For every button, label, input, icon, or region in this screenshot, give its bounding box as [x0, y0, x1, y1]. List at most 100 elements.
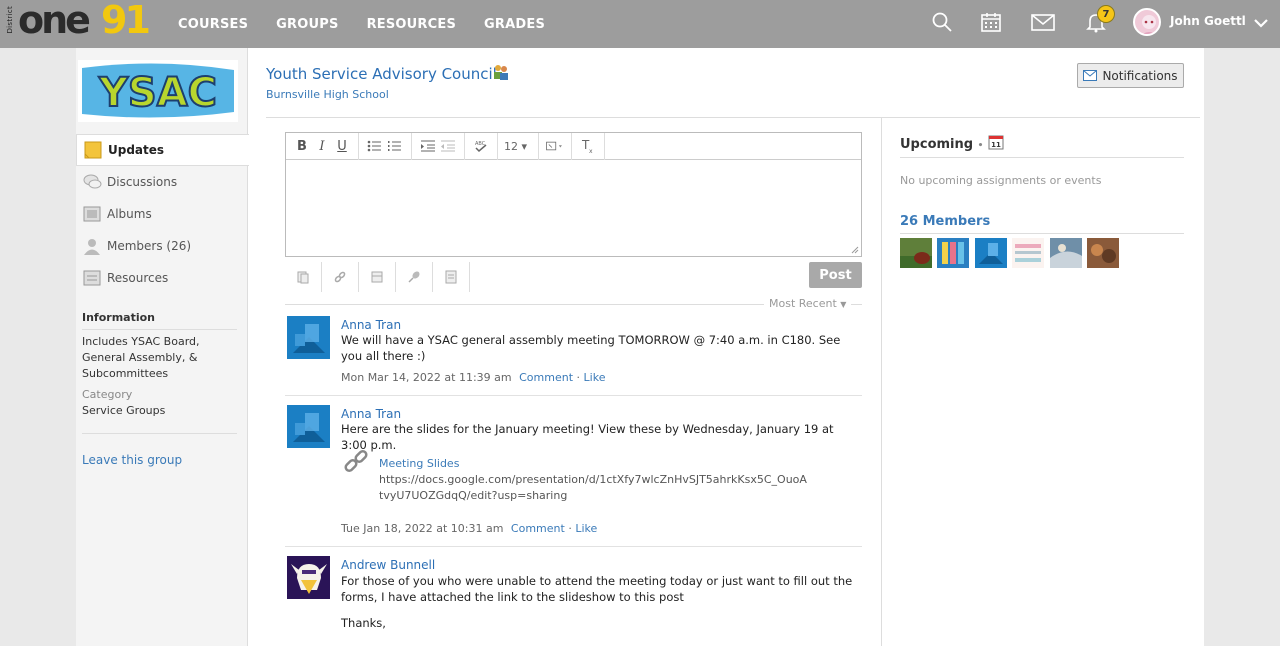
member-avatar[interactable] [900, 238, 932, 268]
post-meta: Tue Jan 18, 2022 at 10:31 am Comment · L… [341, 522, 598, 535]
nav-groups[interactable]: GROUPS [276, 17, 338, 32]
record-audio-button[interactable] [396, 262, 433, 292]
calendar-icon[interactable]: 11 [988, 134, 1004, 150]
post-meta: Mon Mar 14, 2022 at 11:39 am Comment · L… [341, 371, 606, 384]
member-avatar[interactable] [1087, 238, 1119, 268]
sidebar-item-members[interactable]: Members (26) [76, 230, 248, 262]
divider [82, 329, 237, 330]
sidebar-item-updates[interactable]: Updates [76, 134, 249, 166]
discussions-icon [83, 174, 102, 189]
sort-label: Most Recent [769, 297, 837, 310]
member-avatar[interactable] [1050, 238, 1082, 268]
school-link[interactable]: Burnsville High School [266, 88, 389, 101]
group-title: Youth Service Advisory Council [266, 65, 497, 83]
user-avatar[interactable] [1133, 8, 1161, 36]
member-avatar[interactable] [1012, 238, 1044, 268]
bullet-list-icon[interactable] [365, 139, 385, 153]
category-value: Service Groups [82, 404, 166, 417]
sidebar-item-discussions[interactable]: Discussions [76, 166, 248, 198]
outdent-icon[interactable] [438, 139, 458, 153]
bold-button[interactable]: B [292, 139, 312, 154]
top-navigation-bar: District one 91 COURSES GROUPS RESOURCES… [0, 0, 1280, 48]
sidebar-item-resources[interactable]: Resources [76, 262, 248, 294]
group-page: YSAC Updates Discussions Albums Members … [76, 48, 1204, 646]
resize-handle-icon[interactable] [851, 246, 859, 254]
members-icon [84, 239, 100, 255]
sidebar-item-label: Albums [107, 207, 152, 221]
user-name[interactable]: John Goettl [1170, 14, 1246, 28]
post-text-closing: Thanks, [341, 616, 386, 630]
spellcheck-icon[interactable]: ABC [471, 139, 491, 153]
font-size-select[interactable]: 12 ▾ [504, 140, 532, 153]
attach-resource-button[interactable] [359, 262, 396, 292]
nav-courses[interactable]: COURSES [178, 17, 248, 32]
attach-document-button[interactable] [433, 262, 470, 292]
sidebar-item-albums[interactable]: Albums [76, 198, 248, 230]
post-date: Mon Mar 14, 2022 at 11:39 am [341, 371, 512, 384]
attach-link-button[interactable] [322, 262, 359, 292]
envelope-icon [1083, 70, 1098, 81]
main-nav: COURSES GROUPS RESOURCES GRADES [178, 0, 573, 48]
link-url-line2[interactable]: tvyU7UOZGdqQ/edit?usp=sharing [379, 488, 809, 504]
clear-formatting-icon[interactable]: Tx [578, 138, 598, 154]
post-author-avatar[interactable] [287, 405, 330, 448]
member-avatar[interactable] [937, 238, 969, 268]
indent-icon[interactable] [418, 139, 438, 153]
attach-file-icon [297, 271, 309, 284]
numbered-list-icon[interactable] [385, 139, 405, 153]
nav-grades[interactable]: GRADES [484, 17, 545, 32]
logo-number-text: 91 [101, 0, 151, 42]
editor-toolbar: B I U ABC 12 ▾ Tx [286, 132, 861, 160]
link-title[interactable]: Meeting Slides [379, 456, 809, 472]
underline-button[interactable]: U [332, 139, 352, 154]
comment-link[interactable]: Comment [519, 371, 573, 384]
post-button[interactable]: Post [809, 262, 862, 288]
mail-icon[interactable] [1031, 10, 1055, 34]
ysac-logo-text: YSAC [98, 70, 217, 116]
post-author-avatar[interactable] [287, 316, 330, 359]
link-icon [334, 271, 346, 283]
district-logo[interactable]: District one 91 [6, 0, 156, 42]
calendar-icon[interactable] [979, 10, 1003, 34]
link-attachment-icon [344, 449, 368, 473]
insert-menu-icon[interactable] [545, 139, 565, 153]
post-date: Tue Jan 18, 2022 at 10:31 am [341, 522, 504, 535]
nav-resources[interactable]: RESOURCES [367, 17, 456, 32]
post-author-avatar[interactable] [287, 556, 330, 599]
member-avatar[interactable] [975, 238, 1007, 268]
sort-dropdown[interactable]: Most Recent ▼ [764, 297, 852, 310]
column-divider [881, 117, 882, 646]
svg-text:11: 11 [991, 141, 1001, 149]
leave-group-link[interactable]: Leave this group [82, 453, 182, 467]
divider [900, 157, 1184, 158]
notification-count-badge: 7 [1097, 5, 1115, 23]
microphone-icon [408, 271, 420, 283]
comment-link[interactable]: Comment [511, 522, 565, 535]
avatar-image-icon [1142, 15, 1156, 34]
link-url-line1[interactable]: https://docs.google.com/presentation/d/1… [379, 472, 809, 488]
sidebar-item-label: Members (26) [107, 239, 192, 253]
logo-district-text: District [6, 6, 14, 34]
information-heading: Information [82, 311, 155, 324]
albums-icon [83, 206, 101, 222]
link-attachment: Meeting Slides https://docs.google.com/p… [379, 456, 809, 504]
divider [285, 546, 862, 547]
members-heading[interactable]: 26 Members [900, 214, 990, 229]
chevron-down-icon[interactable] [1252, 14, 1270, 32]
sidebar-item-label: Updates [108, 143, 165, 157]
italic-button[interactable]: I [312, 139, 332, 154]
ysac-logo-icon: YSAC [78, 60, 238, 122]
group-logo: YSAC [78, 60, 238, 122]
notifications-button[interactable]: Notifications [1077, 63, 1184, 88]
like-link[interactable]: Like [575, 522, 597, 535]
logo-one-text: one [18, 0, 91, 42]
attach-file-button[interactable] [285, 262, 322, 292]
post-author-name[interactable]: Anna Tran [341, 407, 401, 421]
resources-icon [83, 270, 101, 286]
like-link[interactable]: Like [584, 371, 606, 384]
document-icon [445, 270, 457, 284]
search-icon[interactable] [930, 10, 954, 34]
editor-text-area[interactable] [286, 160, 861, 256]
post-author-name[interactable]: Andrew Bunnell [341, 558, 435, 572]
post-author-name[interactable]: Anna Tran [341, 318, 401, 332]
